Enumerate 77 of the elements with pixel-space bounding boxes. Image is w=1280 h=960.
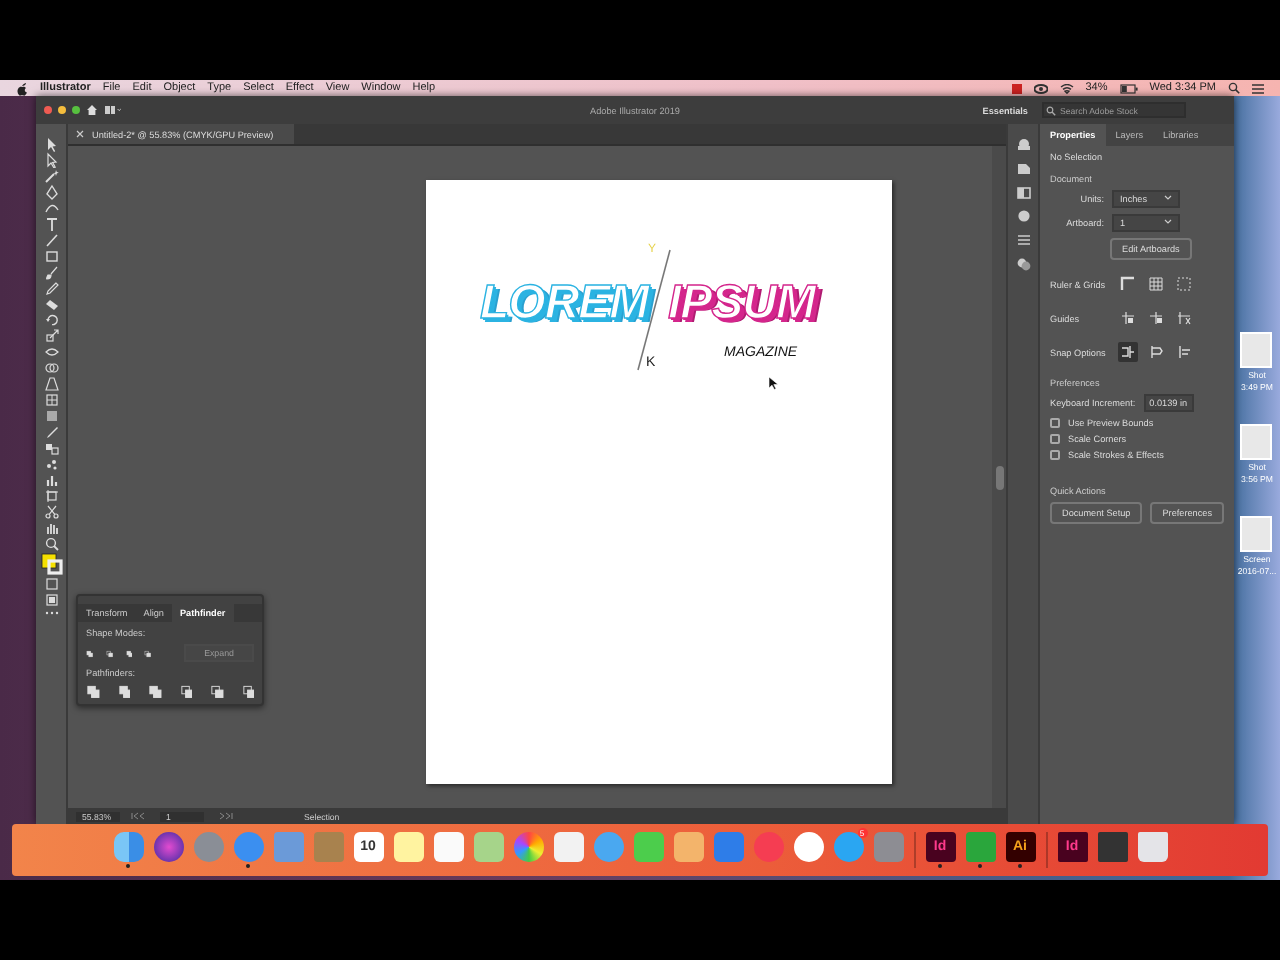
fill-stroke-icon[interactable] (39, 552, 63, 576)
merge-icon[interactable] (148, 684, 161, 698)
trim-icon[interactable] (117, 684, 130, 698)
file-thumbnail[interactable] (1240, 424, 1273, 460)
brush-icon[interactable] (43, 264, 59, 280)
sphere-icon[interactable] (1015, 208, 1031, 224)
divide-icon[interactable] (86, 684, 99, 698)
unite-icon[interactable] (86, 645, 94, 661)
eraser-icon[interactable] (43, 296, 59, 312)
grid-icon[interactable] (1148, 276, 1164, 292)
gradient-icon[interactable] (43, 408, 59, 424)
blend-icon[interactable] (43, 440, 59, 456)
shape-builder-icon[interactable] (43, 360, 59, 376)
symbol-sprayer-icon[interactable] (43, 456, 59, 472)
lock-guides-icon[interactable] (1148, 310, 1164, 326)
next-artboard-icon[interactable] (214, 812, 234, 820)
artboard-icon[interactable] (43, 488, 59, 504)
draw-mode-icon[interactable] (43, 576, 59, 592)
home-icon[interactable] (86, 104, 98, 116)
curvature-icon[interactable] (43, 200, 59, 216)
outline-icon[interactable] (210, 684, 223, 698)
minus-back-icon[interactable] (241, 684, 254, 698)
file-thumbnail[interactable] (1240, 332, 1273, 368)
app-status-icon[interactable] (1011, 83, 1022, 93)
minimize-button[interactable] (58, 106, 66, 114)
rotate-icon[interactable] (43, 312, 59, 328)
document-icon[interactable] (1015, 160, 1031, 176)
direct-selection-icon[interactable] (43, 152, 59, 168)
checkbox[interactable] (1050, 434, 1060, 444)
apple-logo-icon[interactable] (16, 81, 28, 95)
search-icon (1046, 105, 1056, 115)
zoom-icon[interactable] (43, 536, 59, 552)
intersect-icon[interactable] (125, 645, 133, 661)
snap-pixel-icon[interactable] (1146, 342, 1166, 362)
vertical-scrollbar[interactable] (992, 146, 1006, 808)
eyedropper-icon[interactable] (43, 424, 59, 440)
close-icon[interactable] (76, 130, 84, 138)
crop-icon[interactable] (179, 684, 192, 698)
exclude-icon[interactable] (144, 645, 153, 661)
type-icon[interactable] (43, 216, 59, 232)
caret-icon (1164, 218, 1172, 224)
lines-icon[interactable] (1015, 232, 1031, 248)
screen-mode-icon[interactable] (43, 592, 59, 608)
caret-icon (1164, 194, 1172, 200)
zoom-button[interactable] (72, 106, 80, 114)
pencil-icon[interactable] (43, 280, 59, 296)
perspective-icon[interactable] (43, 376, 59, 392)
eye-icon[interactable] (1033, 83, 1048, 93)
file-thumbnail[interactable] (1240, 516, 1273, 552)
hand-icon[interactable] (43, 520, 59, 536)
checkbox[interactable] (1050, 418, 1060, 428)
line-icon[interactable] (43, 232, 59, 248)
selection-arrow-icon[interactable] (43, 136, 59, 152)
graph-icon[interactable] (43, 472, 59, 488)
width-icon[interactable] (43, 344, 59, 360)
rectangle-icon[interactable] (43, 248, 59, 264)
magic-wand-icon[interactable] (43, 168, 59, 184)
search-icon[interactable] (1228, 82, 1240, 94)
more-tools-icon[interactable] (43, 608, 59, 618)
scale-icon[interactable] (43, 328, 59, 344)
previous-artboard-icon[interactable] (130, 812, 150, 820)
dotted-grid-icon[interactable] (1176, 276, 1192, 292)
wifi-icon[interactable] (1059, 83, 1074, 93)
guides-icon[interactable] (1120, 310, 1136, 326)
ruler-icon[interactable] (1120, 276, 1136, 292)
snap-glyph-icon[interactable] (1174, 342, 1194, 362)
mesh-icon[interactable] (43, 392, 59, 408)
battery-icon[interactable] (1119, 83, 1138, 93)
swatches-icon[interactable] (1015, 184, 1031, 200)
clear-guides-icon[interactable] (1176, 310, 1192, 326)
minus-front-icon[interactable] (105, 645, 114, 661)
checkbox[interactable] (1050, 450, 1060, 460)
scissors-icon[interactable] (43, 504, 59, 520)
overlap-circles-icon[interactable] (1015, 256, 1031, 272)
snap-point-icon[interactable] (1118, 342, 1138, 362)
mouse-pointer-icon (768, 376, 780, 390)
close-button[interactable] (44, 106, 52, 114)
